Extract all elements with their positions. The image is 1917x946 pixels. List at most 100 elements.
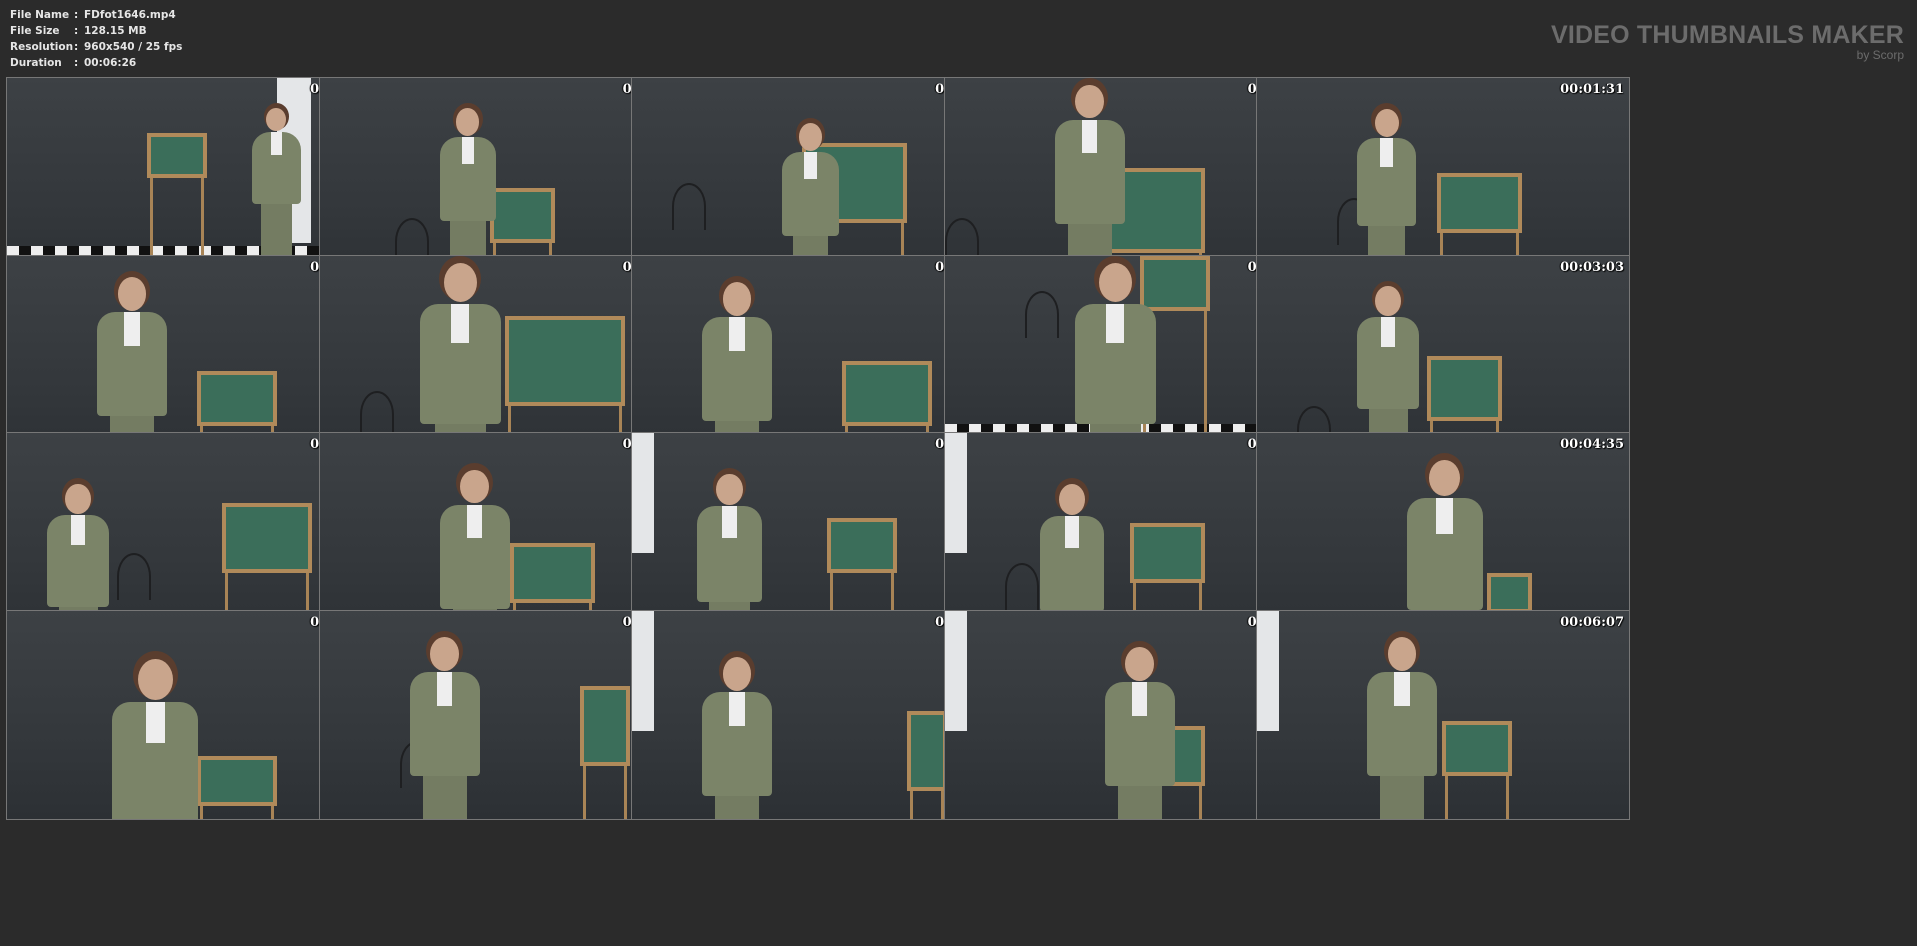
file-info: File Name : FDfot1646.mp4 File Size : 12… [10, 7, 182, 71]
timestamp-label: 00:01:31 [1560, 82, 1624, 97]
shirt-collar [145, 701, 165, 744]
duration-label: Duration [10, 57, 62, 69]
easel-leg [623, 765, 627, 819]
thumbnail-grid: 00:00:1800:00:3600:00:5500:01:1300:01:31… [6, 77, 1913, 941]
chalkboard [579, 685, 630, 766]
file-size-row: File Size : 128.15 MB [10, 23, 182, 39]
head [1375, 286, 1401, 317]
shirt-collar [1394, 672, 1410, 706]
easel-leg [271, 805, 274, 819]
head [65, 483, 91, 514]
easel-leg [1198, 785, 1202, 819]
head [1058, 484, 1086, 516]
chalkboard [907, 710, 947, 791]
shirt-collar [1380, 138, 1394, 167]
shirt-collar [1131, 682, 1148, 716]
head [1387, 637, 1417, 671]
duration-sep: : [74, 57, 79, 69]
head [1075, 84, 1104, 119]
head [1125, 647, 1154, 681]
duration-value: 00:06:26 [84, 57, 137, 69]
file-name-row: File Name : FDfot1646.mp4 [10, 7, 182, 23]
shirt-collar [1081, 119, 1098, 154]
shirt-collar [466, 504, 483, 539]
head [722, 657, 752, 691]
shirt-collar [270, 131, 282, 156]
chalkboard [827, 518, 897, 573]
window [1257, 610, 1279, 731]
shirt-collar [1381, 317, 1395, 348]
easel-leg [200, 805, 203, 819]
easel-leg [1445, 775, 1448, 819]
shirt-collar [722, 506, 737, 538]
duration-row: Duration : 00:06:26 [10, 55, 182, 71]
video-thumbnail[interactable]: 00:06:07 [1256, 609, 1630, 820]
head [137, 658, 173, 701]
file-size-value: 128.15 MB [84, 25, 147, 37]
file-size-sep: : [74, 25, 79, 37]
shirt-collar [1436, 497, 1454, 535]
chalkboard [1139, 255, 1210, 311]
chalkboard [1487, 573, 1532, 613]
head [1098, 263, 1132, 302]
brand-subtitle: by Scorp [1856, 48, 1904, 62]
window [944, 433, 967, 553]
file-name-label: File Name [10, 9, 70, 21]
shirt-collar [461, 136, 475, 164]
window [944, 610, 967, 731]
resolution-value: 960x540 / 25 fps [84, 41, 183, 53]
chalkboard [504, 315, 625, 406]
file-size-label: File Size [10, 25, 60, 37]
chair [1004, 563, 1039, 610]
chalkboard [1129, 523, 1205, 583]
resolution-row: Resolution : 960x540 / 25 fps [10, 39, 182, 55]
shirt-collar [71, 514, 85, 545]
resolution-sep: : [74, 41, 79, 53]
brand-watermark: VIDEO THUMBNAILS MAKER by Scorp [1551, 22, 1904, 62]
chair [1024, 290, 1059, 338]
shirt-collar [451, 303, 469, 343]
head [722, 282, 752, 316]
file-name-value: FDfot1646.mp4 [84, 9, 176, 21]
chalkboard [147, 133, 207, 178]
head [266, 107, 287, 131]
head [460, 469, 489, 504]
timestamp-label: 00:04:35 [1560, 437, 1624, 452]
chair [359, 390, 394, 438]
easel-leg [910, 790, 913, 819]
window [632, 433, 654, 553]
chalkboard [197, 370, 277, 426]
chalkboard [489, 188, 555, 243]
chalkboard [509, 543, 595, 603]
chalkboard [1442, 720, 1512, 776]
shirt-collar [804, 151, 817, 179]
chalkboard [222, 503, 312, 573]
shirt-collar [729, 317, 745, 351]
easel-leg [582, 765, 586, 819]
header: File Name : FDfot1646.mp4 File Size : 12… [0, 0, 1917, 76]
head [117, 277, 147, 311]
chalkboard [1427, 355, 1502, 421]
resolution-label: Resolution [10, 41, 74, 53]
file-name-sep: : [74, 9, 79, 21]
chalkboard [842, 360, 932, 426]
window [632, 610, 654, 731]
brand-title: VIDEO THUMBNAILS MAKER [1550, 21, 1904, 49]
head [798, 123, 822, 151]
head [443, 263, 477, 302]
chair [672, 183, 706, 230]
shirt-collar [1064, 516, 1080, 548]
head [1374, 108, 1399, 138]
head [430, 637, 459, 671]
shirt-collar [436, 672, 453, 706]
chalkboard [1437, 173, 1522, 233]
shirt-collar [124, 312, 140, 346]
head [716, 474, 743, 506]
head [456, 108, 480, 136]
timestamp-label: 00:03:03 [1560, 259, 1624, 275]
easel-leg [1506, 775, 1509, 819]
timestamp-label: 00:06:07 [1560, 614, 1624, 630]
chalkboard [197, 755, 277, 806]
chair [117, 553, 151, 600]
shirt-collar [729, 692, 745, 726]
